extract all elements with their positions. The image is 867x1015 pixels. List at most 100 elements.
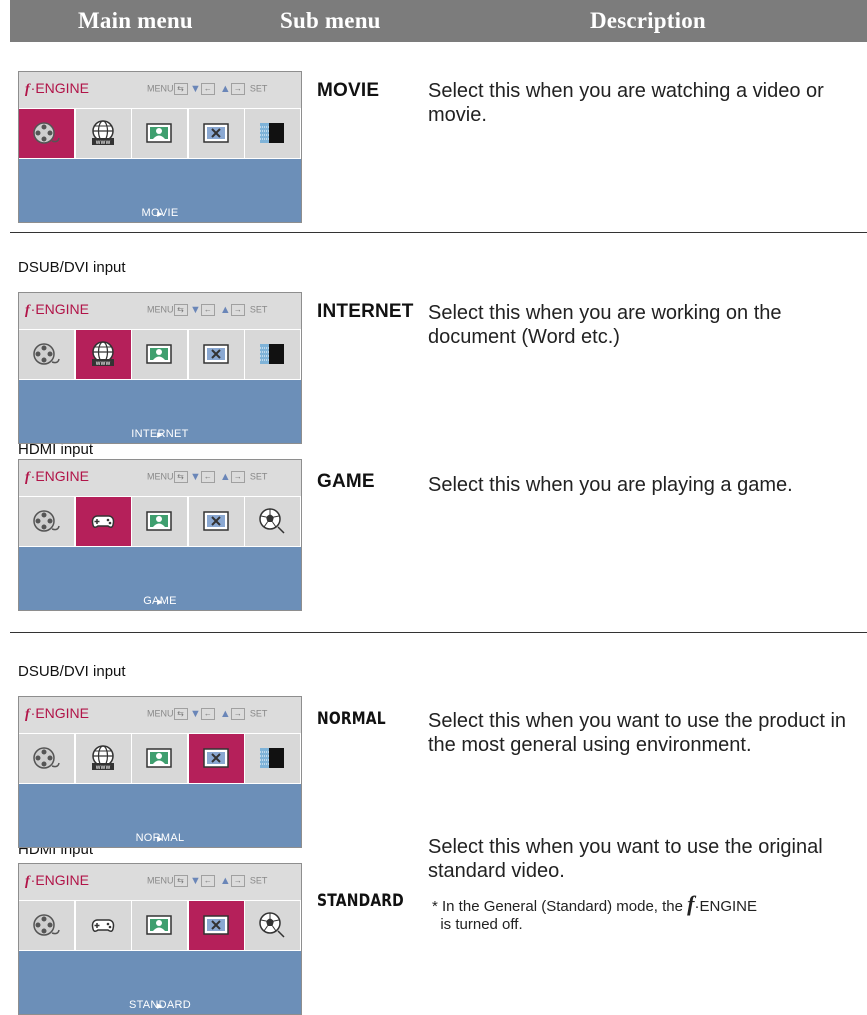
table-header: Main menu Sub menu Description xyxy=(10,0,867,42)
sub-menu-movie: MOVIE xyxy=(317,80,380,101)
svg-text:www: www xyxy=(96,139,111,146)
osd-controls-hint: MENU ⇆ ▼ ← ▲ → SET xyxy=(147,83,267,95)
osd-panel-normal: f·ENGINE MENU ⇆ ▼ ← ▲ → SET www ▸ NORMAL xyxy=(18,696,302,848)
osd-mode-icons xyxy=(19,901,301,950)
osd-status-bar: ▸ MOVIE xyxy=(19,159,301,222)
osd-mode-cell[interactable] xyxy=(132,734,187,783)
menu-key-icon: ⇆ xyxy=(173,471,188,483)
right-key-icon: → xyxy=(230,708,245,720)
description-line: Select this when you are playing a game. xyxy=(428,474,793,496)
osd-mode-cell[interactable] xyxy=(245,497,300,546)
osd-panel-standard: f·ENGINE MENU ⇆ ▼ ← ▲ → SET ▸ STANDARD xyxy=(18,863,302,1015)
menu-key-label: MENU xyxy=(147,875,174,886)
osd-mode-name: ▸ NORMAL xyxy=(135,832,185,845)
description-standard: Select this when you want to use the ori… xyxy=(428,835,823,883)
osd-top-bar: f·ENGINE MENU ⇆ ▼ ← ▲ → SET xyxy=(19,697,301,733)
section-divider xyxy=(10,232,867,233)
osd-mode-cell[interactable] xyxy=(19,497,74,546)
right-key-icon: → xyxy=(230,471,245,483)
osd-panel-internet: f·ENGINE MENU ⇆ ▼ ← ▲ → SET www ▸ INTERNET xyxy=(18,292,302,444)
description-game: Select this when you are playing a game. xyxy=(428,473,793,497)
set-key-label: SET xyxy=(249,83,268,94)
sub-menu-heading: Sub menu xyxy=(280,8,381,33)
osd-status-bar: ▸ NORMAL xyxy=(19,784,301,847)
left-key-icon: ← xyxy=(200,471,215,483)
osd-mode-icons xyxy=(19,497,301,546)
osd-top-bar: f·ENGINE MENU ⇆ ▼ ← ▲ → SET xyxy=(19,72,301,108)
osd-mode-cell[interactable] xyxy=(19,109,74,158)
description-normal: Select this when you want to use the pro… xyxy=(428,709,846,757)
osd-mode-cell[interactable] xyxy=(245,901,300,950)
left-key-icon: ← xyxy=(200,708,215,720)
input-label: DSUB/DVI input xyxy=(18,663,126,680)
up-arrow-icon: ▲ xyxy=(219,875,231,887)
osd-mode-icons: www xyxy=(19,734,301,783)
osd-mode-cell[interactable] xyxy=(189,109,244,158)
osd-mode-name: ▸ STANDARD xyxy=(128,999,192,1012)
down-arrow-icon: ▼ xyxy=(190,304,201,316)
left-key-icon: ← xyxy=(200,83,215,95)
osd-mode-cell[interactable] xyxy=(132,109,187,158)
description-internet: Select this when you are working on the … xyxy=(428,301,782,349)
osd-mode-cell[interactable] xyxy=(132,901,187,950)
description-line: Select this when you are watching a vide… xyxy=(428,80,824,102)
up-arrow-icon: ▲ xyxy=(219,83,231,95)
sub-menu-game: GAME xyxy=(317,471,375,492)
osd-status-bar: ▸ STANDARD xyxy=(19,951,301,1014)
osd-controls-hint: MENU ⇆ ▼ ← ▲ → SET xyxy=(147,471,267,483)
footnote-text: * In the General (Standard) mode, the xyxy=(432,898,683,915)
osd-mode-name: ▸ INTERNET xyxy=(131,428,189,441)
f-engine-logo: f·ENGINE xyxy=(25,705,90,722)
set-key-label: SET xyxy=(249,875,268,886)
description-line: standard video. xyxy=(428,860,565,882)
input-label: DSUB/DVI input xyxy=(18,259,126,276)
sub-menu-normal: NORMAL xyxy=(317,709,386,729)
osd-mode-cell[interactable] xyxy=(19,901,74,950)
osd-mode-cell[interactable] xyxy=(189,901,244,950)
osd-mode-cell[interactable]: www xyxy=(76,330,131,379)
osd-mode-cell[interactable] xyxy=(245,109,300,158)
osd-mode-cell[interactable] xyxy=(132,330,187,379)
osd-mode-cell[interactable] xyxy=(189,497,244,546)
footnote: * In the General (Standard) mode, the f·… xyxy=(432,891,757,934)
description-line: the most general using environment. xyxy=(428,734,752,756)
menu-key-icon: ⇆ xyxy=(173,83,188,95)
osd-mode-cell[interactable] xyxy=(245,734,300,783)
osd-mode-cell[interactable] xyxy=(76,901,131,950)
set-key-label: SET xyxy=(249,471,268,482)
footnote-text: is turned off. xyxy=(440,916,523,933)
menu-key-icon: ⇆ xyxy=(173,708,188,720)
down-arrow-icon: ▼ xyxy=(190,83,201,95)
description-line: Select this when you want to use the pro… xyxy=(428,710,847,732)
osd-controls-hint: MENU ⇆ ▼ ← ▲ → SET xyxy=(147,304,267,316)
osd-mode-icons: www xyxy=(19,330,301,379)
right-key-icon: → xyxy=(230,304,245,316)
menu-key-label: MENU xyxy=(147,83,174,94)
section-divider xyxy=(10,632,867,633)
f-engine-logo: f·ENGINE xyxy=(25,301,90,318)
osd-mode-cell[interactable]: www xyxy=(76,734,131,783)
osd-controls-hint: MENU ⇆ ▼ ← ▲ → SET xyxy=(147,708,267,720)
osd-mode-cell[interactable] xyxy=(19,734,74,783)
osd-mode-cell[interactable] xyxy=(76,497,131,546)
sub-menu-internet: INTERNET xyxy=(317,301,414,322)
osd-panel-movie: f·ENGINE MENU ⇆ ▼ ← ▲ → SET www ▸ MOVIE xyxy=(18,71,302,223)
osd-mode-cell[interactable] xyxy=(132,497,187,546)
osd-top-bar: f·ENGINE MENU ⇆ ▼ ← ▲ → SET xyxy=(19,864,301,900)
osd-mode-cell[interactable] xyxy=(245,330,300,379)
f-engine-logo: f·ENGINE xyxy=(25,80,90,97)
up-arrow-icon: ▲ xyxy=(219,708,231,720)
description-line: Select this when you are working on the xyxy=(428,302,782,324)
osd-mode-cell[interactable]: www xyxy=(76,109,131,158)
set-key-label: SET xyxy=(249,304,268,315)
osd-mode-cell[interactable] xyxy=(189,330,244,379)
f-engine-logo: f·ENGINE xyxy=(687,891,757,916)
osd-top-bar: f·ENGINE MENU ⇆ ▼ ← ▲ → SET xyxy=(19,460,301,496)
down-arrow-icon: ▼ xyxy=(190,875,201,887)
menu-key-icon: ⇆ xyxy=(173,875,188,887)
osd-mode-cell[interactable] xyxy=(19,330,74,379)
menu-key-icon: ⇆ xyxy=(173,304,188,316)
osd-mode-cell[interactable] xyxy=(189,734,244,783)
left-key-icon: ← xyxy=(200,875,215,887)
osd-status-bar: ▸ INTERNET xyxy=(19,380,301,443)
